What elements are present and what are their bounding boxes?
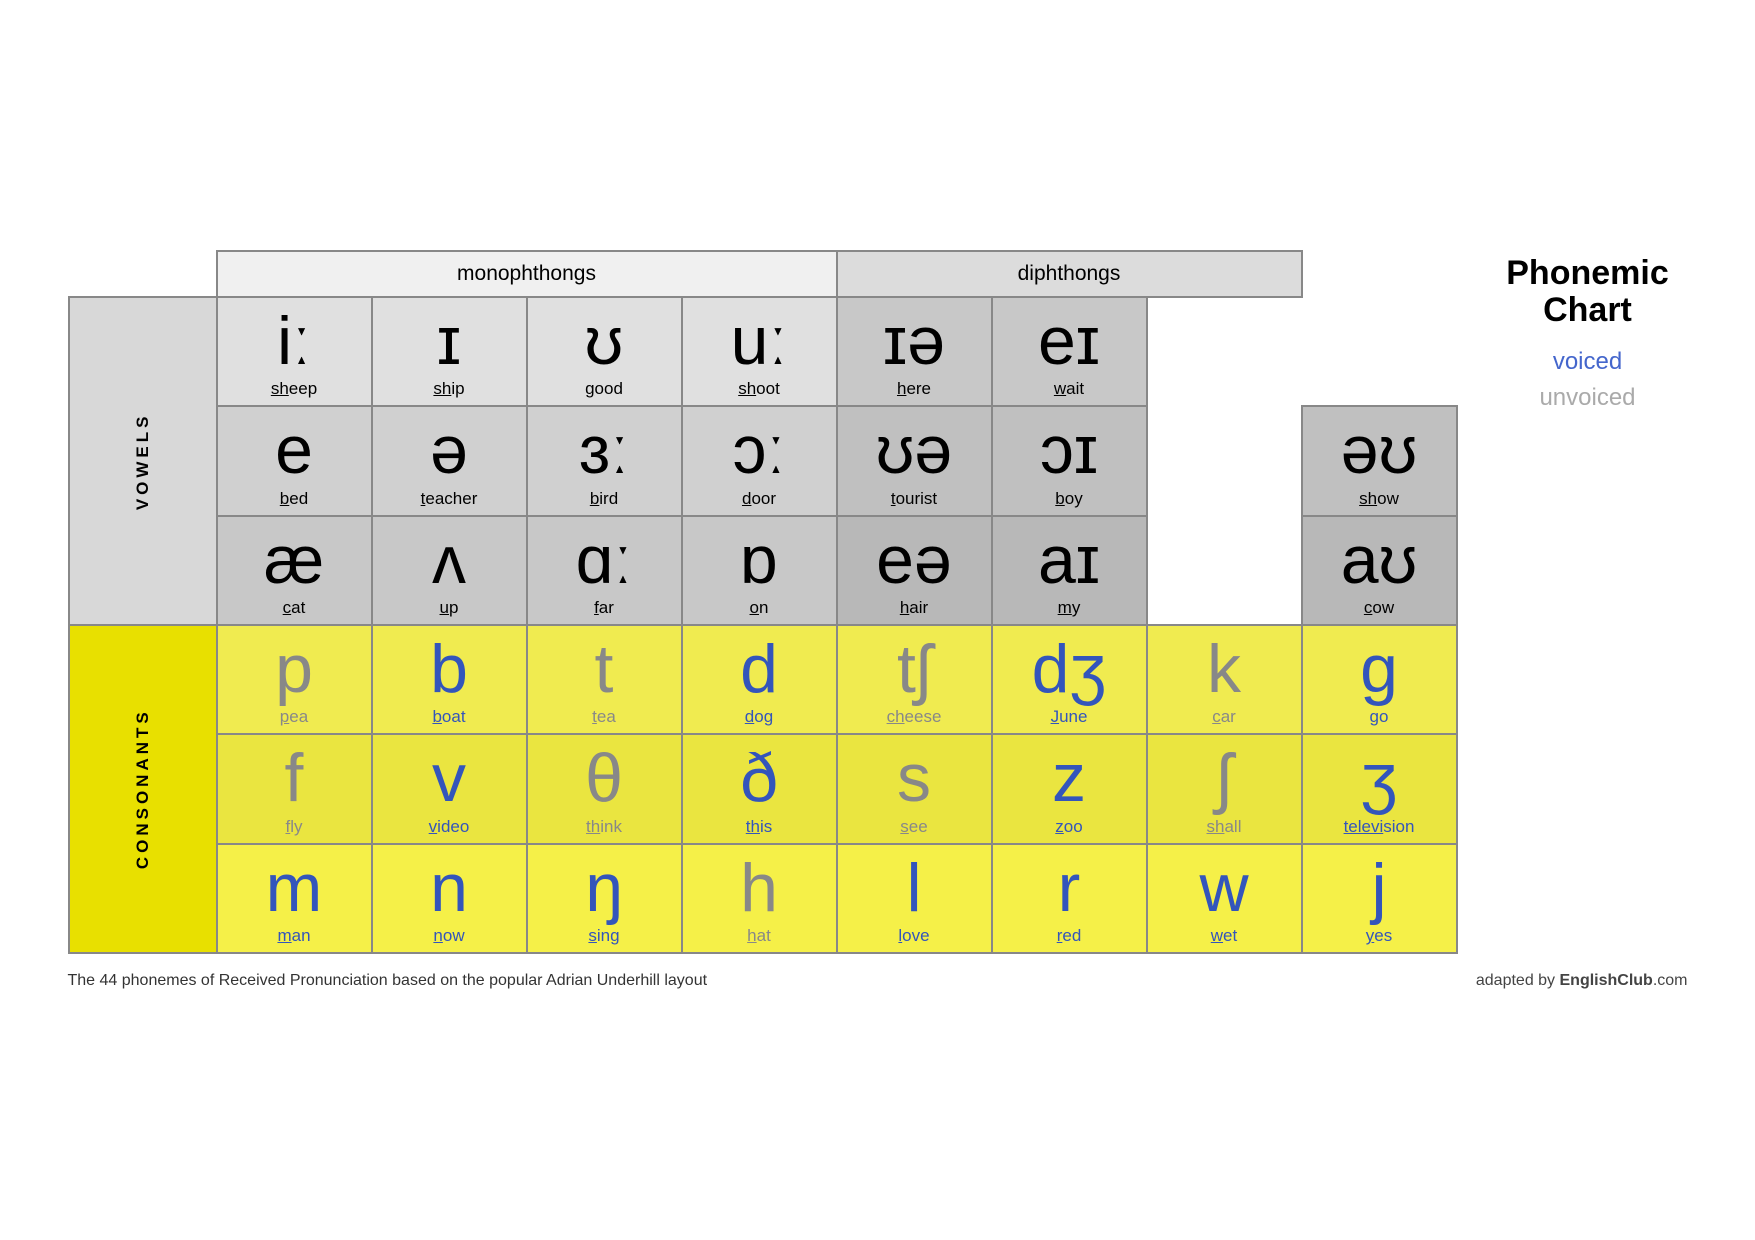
footer-credit: adapted by EnglishClub.com (1476, 972, 1688, 990)
diphthong-cell: ɪəhere (837, 297, 992, 406)
phoneme-cell: ɒon (682, 516, 837, 625)
phoneme-cell: iːsheep (217, 297, 372, 406)
diphthong-cell: eɪwait (992, 297, 1147, 406)
phoneme-cell: ɪship (372, 297, 527, 406)
consonant-cell: wwet (1147, 844, 1302, 953)
legend-box: Phonemic Chart voiced unvoiced (1458, 250, 1688, 412)
consonant-cell: ðthis (682, 734, 837, 843)
consonant-cell: dʒJune (992, 625, 1147, 734)
legend-voiced: voiced (1553, 348, 1622, 376)
phoneme-cell: ʊgood (527, 297, 682, 406)
consonants-label: CONSONANTS (69, 625, 217, 953)
phoneme-cell: ʌup (372, 516, 527, 625)
consonant-cell: kcar (1147, 625, 1302, 734)
consonant-cell: ssee (837, 734, 992, 843)
diphthong-cell: ɔɪboy (992, 406, 1147, 515)
diphthong-cell: əʊshow (1302, 406, 1457, 515)
legend-unvoiced: unvoiced (1539, 384, 1635, 412)
consonant-cell: rred (992, 844, 1147, 953)
consonant-cell: ddog (682, 625, 837, 734)
phoneme-cell: ɑːfar (527, 516, 682, 625)
consonant-cell: vvideo (372, 734, 527, 843)
legend-title: Phonemic Chart (1506, 255, 1668, 330)
consonant-cell: llove (837, 844, 992, 953)
consonant-cell: mman (217, 844, 372, 953)
diphthong-cell: aɪmy (992, 516, 1147, 625)
consonant-cell: ʒtelevision (1302, 734, 1457, 843)
phoneme-cell: əteacher (372, 406, 527, 515)
page-wrapper: monophthongs diphthongs VOWELSiːsheepɪsh… (68, 250, 1688, 990)
diphthongs-header: diphthongs (837, 251, 1302, 297)
consonant-cell: ʃshall (1147, 734, 1302, 843)
monophthongs-header: monophthongs (217, 251, 837, 297)
phoneme-cell: uːshoot (682, 297, 837, 406)
consonant-cell: ppea (217, 625, 372, 734)
consonant-cell: ffly (217, 734, 372, 843)
phoneme-cell: ɜːbird (527, 406, 682, 515)
footer-note: The 44 phonemes of Received Pronunciatio… (68, 972, 708, 990)
consonant-cell: zzoo (992, 734, 1147, 843)
footer: The 44 phonemes of Received Pronunciatio… (68, 972, 1688, 990)
consonant-cell: θthink (527, 734, 682, 843)
phoneme-cell: ɔːdoor (682, 406, 837, 515)
footer-brand: EnglishClub (1560, 972, 1653, 989)
consonant-cell: ttea (527, 625, 682, 734)
consonant-cell: hhat (682, 844, 837, 953)
consonant-cell: ggo (1302, 625, 1457, 734)
consonant-cell: tʃcheese (837, 625, 992, 734)
diphthong-cell: eəhair (837, 516, 992, 625)
consonant-cell: jyes (1302, 844, 1457, 953)
phonemic-chart: monophthongs diphthongs VOWELSiːsheepɪsh… (68, 250, 1458, 954)
consonant-cell: bboat (372, 625, 527, 734)
consonant-cell: nnow (372, 844, 527, 953)
phoneme-cell: æcat (217, 516, 372, 625)
phoneme-cell: ebed (217, 406, 372, 515)
chart-container: monophthongs diphthongs VOWELSiːsheepɪsh… (68, 250, 1458, 954)
diphthong-cell: ʊətourist (837, 406, 992, 515)
diphthong-cell: aʊcow (1302, 516, 1457, 625)
consonant-cell: ŋsing (527, 844, 682, 953)
vowels-label: VOWELS (69, 297, 217, 625)
